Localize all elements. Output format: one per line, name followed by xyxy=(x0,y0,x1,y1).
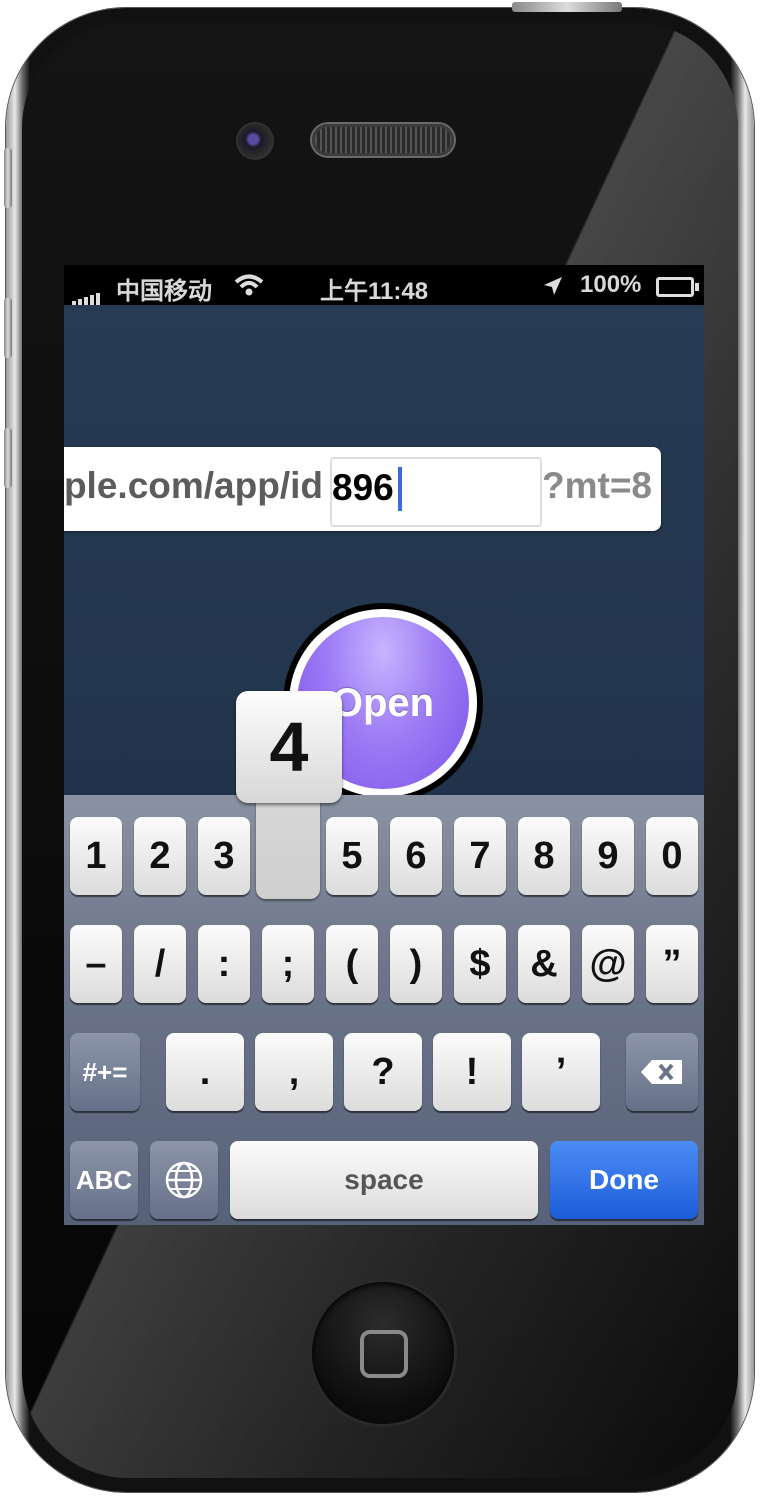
device-screen: 中国移动 上午11:48 100% ple.com/app/id 896 ?mt… xyxy=(64,265,704,1225)
key-ampersand[interactable]: & xyxy=(518,925,570,1003)
status-bar: 中国移动 上午11:48 100% xyxy=(64,265,704,307)
key-abc[interactable]: ABC xyxy=(70,1141,138,1219)
url-prefix-text: ple.com/app/id xyxy=(64,465,323,506)
key-at[interactable]: @ xyxy=(582,925,634,1003)
battery-percentage: 100% xyxy=(580,271,642,298)
key-slash[interactable]: / xyxy=(134,925,186,1003)
home-square-icon xyxy=(360,1330,408,1378)
backspace-key[interactable] xyxy=(626,1033,698,1111)
key-period[interactable]: . xyxy=(166,1033,244,1111)
key-semicolon[interactable]: ; xyxy=(262,925,314,1003)
front-camera-icon xyxy=(238,124,272,158)
numeric-keyboard: 1 2 3 5 6 7 8 9 0 – / : ; ( ) $ & @ ” #+… xyxy=(64,795,704,1225)
app-url-bar: ple.com/app/id 896 ?mt=8 xyxy=(64,447,661,531)
carrier-name: 中国移动 xyxy=(116,278,212,305)
key-close-paren[interactable]: ) xyxy=(390,925,442,1003)
key-6[interactable]: 6 xyxy=(390,817,442,895)
key-8[interactable]: 8 xyxy=(518,817,570,895)
url-suffix-text: ?mt=8 xyxy=(542,465,653,506)
key-4-label: 4 xyxy=(269,708,309,786)
key-apostrophe[interactable]: ’ xyxy=(522,1033,600,1111)
key-question[interactable]: ? xyxy=(344,1033,422,1111)
key-7[interactable]: 7 xyxy=(454,817,506,895)
wifi-icon xyxy=(234,274,264,296)
key-dollar[interactable]: $ xyxy=(454,925,506,1003)
app-background: ple.com/app/id 896 ?mt=8 Open xyxy=(64,305,704,803)
volume-down-button xyxy=(4,428,12,488)
app-id-value: 896 xyxy=(332,467,394,508)
key-exclamation[interactable]: ! xyxy=(433,1033,511,1111)
key-dash[interactable]: – xyxy=(70,925,122,1003)
location-arrow-icon xyxy=(544,277,562,295)
space-bar[interactable]: space xyxy=(230,1141,538,1219)
home-button[interactable] xyxy=(312,1282,454,1424)
mute-switch xyxy=(4,148,12,208)
done-button[interactable]: Done xyxy=(550,1141,698,1219)
app-id-input[interactable]: 896 xyxy=(330,457,542,527)
key-1[interactable]: 1 xyxy=(70,817,122,895)
key-2[interactable]: 2 xyxy=(134,817,186,895)
key-open-paren[interactable]: ( xyxy=(326,925,378,1003)
sleep-wake-button xyxy=(512,2,622,12)
volume-up-button xyxy=(4,298,12,358)
text-cursor xyxy=(398,467,402,511)
key-comma[interactable]: , xyxy=(255,1033,333,1111)
status-time: 上午11:48 xyxy=(320,278,429,305)
key-4-pressed-popup[interactable]: 4 xyxy=(236,691,342,899)
globe-icon xyxy=(165,1161,203,1199)
key-9[interactable]: 9 xyxy=(582,817,634,895)
key-0[interactable]: 0 xyxy=(646,817,698,895)
globe-key[interactable] xyxy=(150,1141,218,1219)
battery-icon xyxy=(656,277,699,297)
key-quote[interactable]: ” xyxy=(646,925,698,1003)
key-colon[interactable]: : xyxy=(198,925,250,1003)
earpiece-speaker-icon xyxy=(312,124,454,156)
signal-strength-icon xyxy=(72,279,102,307)
key-more-symbols[interactable]: #+= xyxy=(70,1033,140,1111)
backspace-icon xyxy=(641,1060,682,1084)
